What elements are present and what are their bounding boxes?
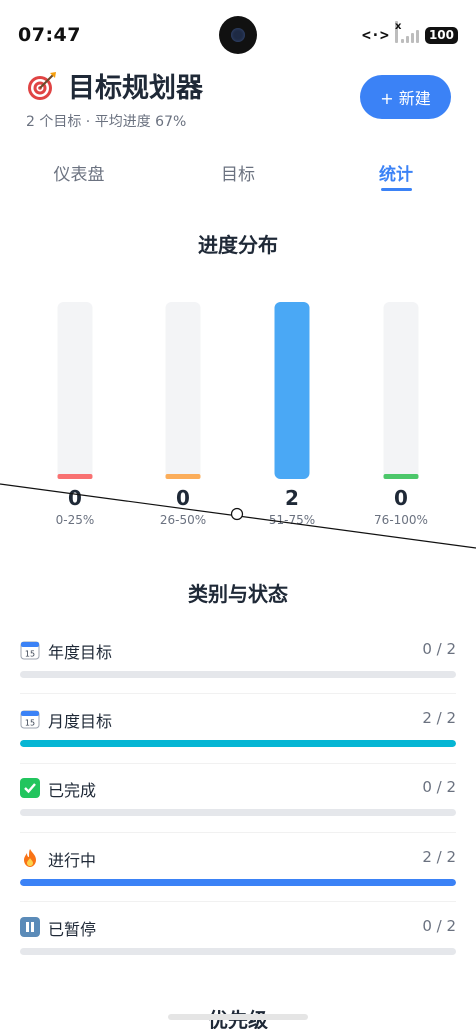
bar-category-label: 0-25% — [55, 513, 95, 527]
divider — [20, 763, 456, 764]
bar-category-label: 76-100% — [374, 513, 428, 527]
category-count: 2 / 2 — [422, 848, 456, 866]
list-item-paused[interactable]: 已暂停 0 / 2 — [20, 907, 456, 967]
status-bar: 07:47 <·> x 100 — [0, 0, 476, 70]
app-title: 目标规划器 — [68, 73, 203, 104]
home-indicator[interactable] — [168, 1014, 308, 1020]
bar-value-label: 0 — [68, 486, 82, 510]
progress-fill — [20, 740, 456, 747]
bar-track — [57, 302, 93, 479]
progress-distribution-chart: 0 0-25% 0 26-50% 2 51-75% 0 76-100% — [0, 290, 476, 540]
progress-track — [20, 740, 456, 747]
list-item-completed[interactable]: 已完成 0 / 2 — [20, 768, 456, 828]
bar-value-label: 0 — [176, 486, 190, 510]
bar-track — [383, 302, 419, 479]
bar-value-label: 0 — [394, 486, 408, 510]
bar-category-label: 51-75% — [268, 513, 316, 527]
fire-icon — [20, 848, 40, 868]
category-label: 已暂停 — [48, 920, 97, 939]
check-icon — [20, 778, 40, 798]
status-time: 07:47 — [18, 24, 81, 46]
new-goal-button[interactable]: + 新建 — [360, 75, 451, 119]
progress-track — [20, 948, 456, 955]
phone-screen: 07:47 <·> x 100 目标规划器 2 个目标 · 平均进度 67% +… — [0, 0, 476, 1029]
divider — [20, 832, 456, 833]
progress-track — [20, 879, 456, 886]
calendar-icon: 15 — [20, 709, 40, 729]
network-icon: <·> — [361, 26, 389, 44]
category-count: 2 / 2 — [422, 709, 456, 727]
svg-text:15: 15 — [25, 719, 35, 728]
bar-76-100%[interactable] — [383, 474, 419, 479]
status-icons: <·> x 100 — [361, 21, 458, 45]
divider — [20, 901, 456, 902]
svg-text:15: 15 — [25, 650, 35, 659]
target-icon — [26, 70, 58, 102]
tab-goals[interactable]: 目标 — [221, 160, 255, 185]
signal-mark: x — [394, 21, 401, 43]
bar-value-label: 2 — [285, 486, 299, 510]
bar-51-75%[interactable] — [274, 302, 310, 479]
front-camera — [219, 16, 257, 54]
list-item-monthly-goals[interactable]: 15 月度目标 2 / 2 — [20, 699, 456, 759]
category-label: 年度目标 — [48, 643, 113, 662]
bar-0-25%[interactable] — [57, 474, 93, 479]
category-label: 已完成 — [48, 781, 97, 800]
tab-dashboard[interactable]: 仪表盘 — [54, 160, 105, 185]
bar-category-label: 26-50% — [159, 513, 207, 527]
active-tab-indicator — [381, 188, 412, 191]
signal-icon: x — [394, 21, 419, 43]
bar-track — [165, 302, 201, 479]
bar-26-50%[interactable] — [165, 474, 201, 479]
progress-track — [20, 809, 456, 816]
tab-bar: 仪表盘 目标 统计 — [0, 150, 476, 194]
calendar-icon: 15 — [20, 640, 40, 660]
progress-track — [20, 671, 456, 678]
category-count: 0 / 2 — [422, 640, 456, 658]
progress-fill — [20, 879, 456, 886]
progress-section-title: 进度分布 — [198, 233, 278, 257]
battery-icon: 100 — [424, 26, 458, 44]
category-label: 月度目标 — [48, 712, 113, 731]
list-item-in-progress[interactable]: 进行中 2 / 2 — [20, 838, 456, 898]
category-count: 0 / 2 — [422, 778, 456, 796]
category-label: 进行中 — [48, 851, 97, 870]
category-count: 0 / 2 — [422, 917, 456, 935]
tab-statistics[interactable]: 统计 — [379, 160, 413, 185]
category-section-title: 类别与状态 — [188, 582, 288, 606]
list-item-yearly-goals[interactable]: 15 年度目标 0 / 2 — [20, 630, 456, 690]
divider — [20, 693, 456, 694]
pause-icon — [20, 917, 40, 937]
